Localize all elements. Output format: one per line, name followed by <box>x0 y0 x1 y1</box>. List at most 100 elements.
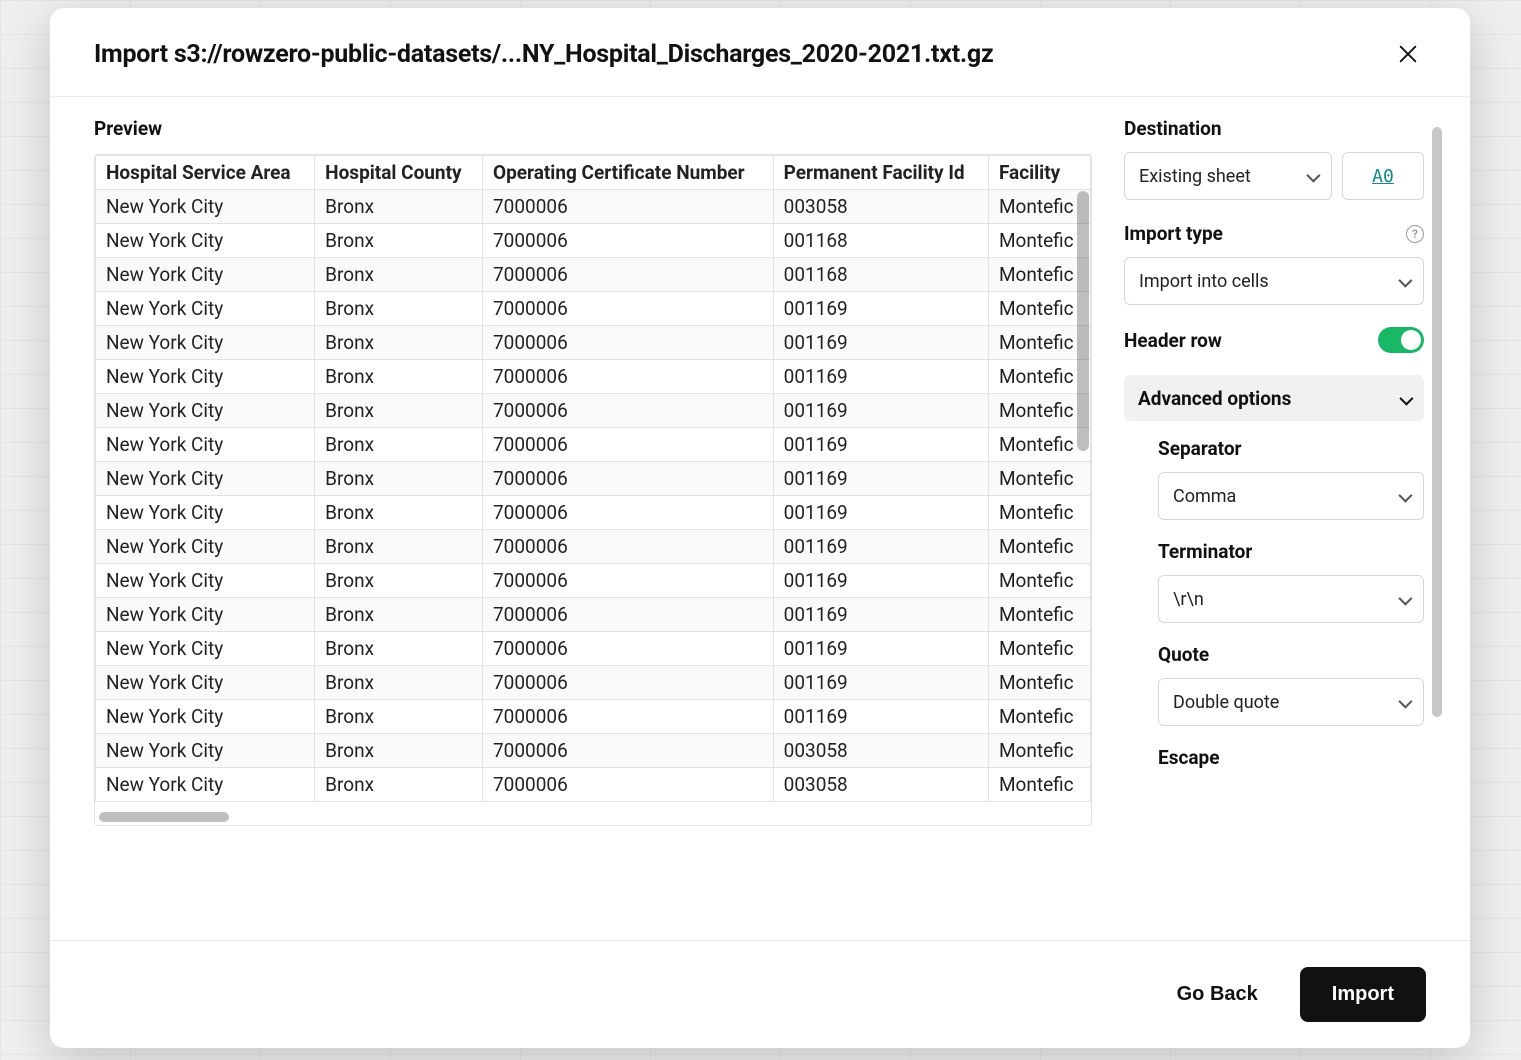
table-row: New York CityBronx7000006001169Montefic <box>96 360 1091 394</box>
chevron-down-icon <box>1399 692 1409 713</box>
table-row: New York CityBronx7000006001169Montefic <box>96 564 1091 598</box>
table-row: New York CityBronx7000006001169Montefic <box>96 428 1091 462</box>
separator-label: Separator <box>1158 437 1424 460</box>
terminator-select[interactable]: \r\n <box>1158 575 1424 623</box>
table-cell: 001168 <box>773 224 988 258</box>
preview-horizontal-scrollbar[interactable] <box>99 812 1075 822</box>
header-row-field: Header row <box>1124 327 1424 353</box>
table-cell: New York City <box>96 496 315 530</box>
destination-label: Destination <box>1124 117 1424 140</box>
header-row-label: Header row <box>1124 329 1222 352</box>
table-cell: Montefic <box>988 496 1090 530</box>
table-cell: Bronx <box>315 632 483 666</box>
preview-vertical-scrollbar[interactable] <box>1077 191 1089 805</box>
table-cell: Montefic <box>988 564 1090 598</box>
separator-select-value: Comma <box>1173 486 1236 507</box>
dialog-header: Import s3://rowzero-public-datasets/...N… <box>50 8 1470 97</box>
table-cell: Montefic <box>988 734 1090 768</box>
table-cell: 7000006 <box>483 224 774 258</box>
table-cell: Montefic <box>988 292 1090 326</box>
table-cell: New York City <box>96 768 315 802</box>
preview-column-header: Operating Certificate Number <box>483 156 774 190</box>
table-cell: Bronx <box>315 190 483 224</box>
destination-cell-input[interactable]: A0 <box>1342 152 1424 200</box>
table-cell: New York City <box>96 360 315 394</box>
chevron-down-icon <box>1307 166 1317 187</box>
header-row-toggle[interactable] <box>1378 327 1424 353</box>
table-cell: 003058 <box>773 734 988 768</box>
table-cell: Montefic <box>988 326 1090 360</box>
table-cell: New York City <box>96 734 315 768</box>
advanced-options-label: Advanced options <box>1138 387 1291 410</box>
table-cell: 001169 <box>773 530 988 564</box>
preview-label: Preview <box>94 117 1092 140</box>
table-row: New York CityBronx7000006001169Montefic <box>96 462 1091 496</box>
separator-field: Separator Comma <box>1158 437 1424 520</box>
options-vertical-scrollbar-thumb[interactable] <box>1432 127 1442 717</box>
chevron-down-icon <box>1399 486 1409 507</box>
dialog-body: Preview Hospital Service AreaHospital Co… <box>50 97 1470 940</box>
table-cell: 001169 <box>773 428 988 462</box>
import-type-select-value: Import into cells <box>1139 271 1269 292</box>
table-cell: Bronx <box>315 564 483 598</box>
import-button[interactable]: Import <box>1300 967 1426 1022</box>
table-cell: 7000006 <box>483 428 774 462</box>
advanced-options-toggle[interactable]: Advanced options <box>1124 375 1424 421</box>
table-cell: 001169 <box>773 462 988 496</box>
table-cell: Bronx <box>315 700 483 734</box>
preview-column-header: Hospital County <box>315 156 483 190</box>
table-row: New York CityBronx7000006001169Montefic <box>96 700 1091 734</box>
table-cell: Bronx <box>315 360 483 394</box>
table-cell: Montefic <box>988 428 1090 462</box>
table-cell: 7000006 <box>483 734 774 768</box>
chevron-down-icon <box>1400 387 1410 410</box>
table-cell: New York City <box>96 258 315 292</box>
table-cell: 7000006 <box>483 598 774 632</box>
table-cell: 7000006 <box>483 530 774 564</box>
table-cell: New York City <box>96 462 315 496</box>
table-row: New York CityBronx7000006001169Montefic <box>96 326 1091 360</box>
quote-select-value: Double quote <box>1173 692 1279 713</box>
table-cell: New York City <box>96 530 315 564</box>
preview-vertical-scrollbar-thumb[interactable] <box>1077 191 1089 451</box>
table-cell: 7000006 <box>483 258 774 292</box>
table-cell: 001169 <box>773 598 988 632</box>
separator-select[interactable]: Comma <box>1158 472 1424 520</box>
options-panel: Destination Existing sheet A0 Import typ… <box>1124 117 1444 928</box>
table-cell: 001169 <box>773 496 988 530</box>
table-cell: New York City <box>96 394 315 428</box>
chevron-down-icon <box>1399 589 1409 610</box>
options-vertical-scrollbar[interactable] <box>1432 127 1442 735</box>
table-cell: Montefic <box>988 598 1090 632</box>
table-cell: 7000006 <box>483 666 774 700</box>
table-cell: Montefic <box>988 632 1090 666</box>
table-cell: 7000006 <box>483 326 774 360</box>
close-button[interactable] <box>1390 36 1426 72</box>
preview-table-scroll[interactable]: Hospital Service AreaHospital CountyOper… <box>95 155 1091 825</box>
go-back-button[interactable]: Go Back <box>1159 969 1276 1020</box>
table-cell: 001169 <box>773 326 988 360</box>
table-cell: 7000006 <box>483 700 774 734</box>
table-row: New York CityBronx7000006001169Montefic <box>96 632 1091 666</box>
preview-horizontal-scrollbar-thumb[interactable] <box>99 812 229 822</box>
table-row: New York CityBronx7000006001169Montefic <box>96 292 1091 326</box>
table-cell: Montefic <box>988 530 1090 564</box>
help-icon[interactable]: ? <box>1406 225 1424 243</box>
table-cell: Montefic <box>988 700 1090 734</box>
table-cell: Bronx <box>315 428 483 462</box>
import-type-select[interactable]: Import into cells <box>1124 257 1424 305</box>
table-row: New York CityBronx7000006001169Montefic <box>96 394 1091 428</box>
preview-panel: Preview Hospital Service AreaHospital Co… <box>94 117 1092 928</box>
table-cell: Montefic <box>988 768 1090 802</box>
table-cell: 001168 <box>773 258 988 292</box>
destination-select[interactable]: Existing sheet <box>1124 152 1332 200</box>
quote-select[interactable]: Double quote <box>1158 678 1424 726</box>
dialog-footer: Go Back Import <box>50 940 1470 1048</box>
destination-field: Destination Existing sheet A0 <box>1124 117 1424 200</box>
import-type-label-text: Import type <box>1124 222 1223 245</box>
table-cell: 001169 <box>773 632 988 666</box>
table-row: New York CityBronx7000006001169Montefic <box>96 530 1091 564</box>
table-cell: Bronx <box>315 496 483 530</box>
import-dialog: Import s3://rowzero-public-datasets/...N… <box>50 8 1470 1048</box>
terminator-field: Terminator \r\n <box>1158 540 1424 623</box>
